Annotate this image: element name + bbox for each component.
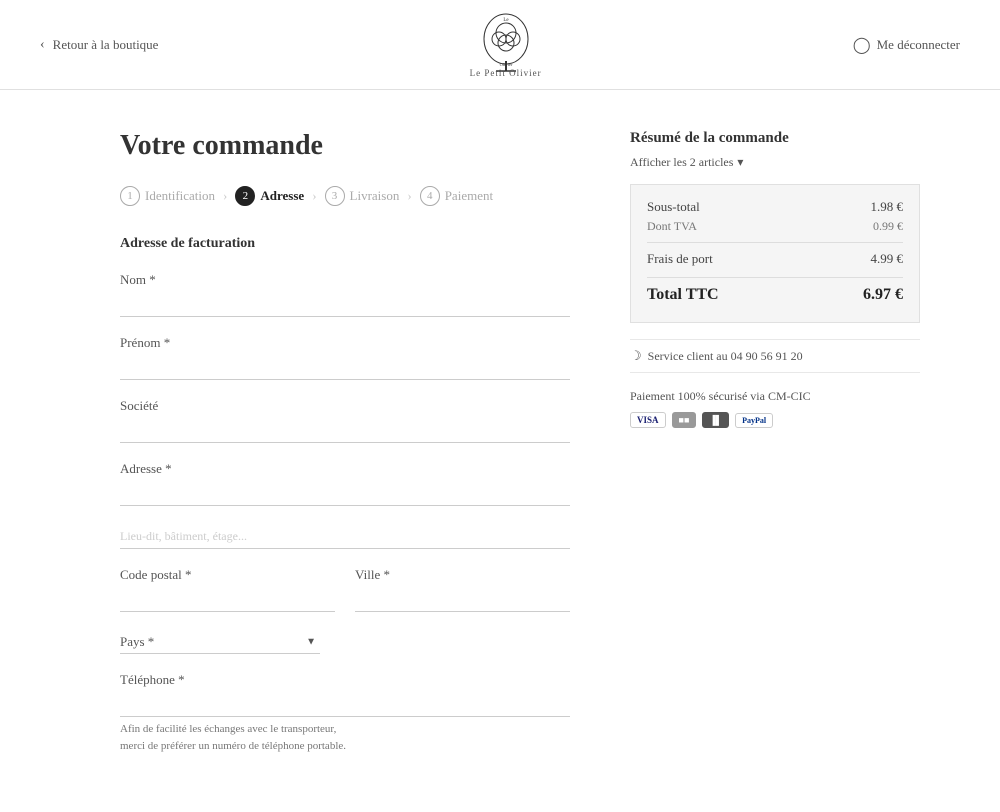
- left-column: Votre commande 1 Identification › 2 Adre…: [120, 130, 570, 772]
- step-identification: 1 Identification: [120, 186, 215, 206]
- telephone-field-group: Téléphone * Afin de facilité les échange…: [120, 672, 570, 754]
- step-paiement: 4 Paiement: [420, 186, 493, 206]
- frais-port-label: Frais de port: [647, 251, 713, 267]
- step-divider-1: ›: [223, 188, 227, 204]
- dont-tva-value: 0.99 €: [873, 219, 903, 234]
- paiement-label: Paiement 100% sécurisé via CM-CIC: [630, 389, 920, 404]
- logo-svg: Le Olivier: [471, 11, 541, 76]
- societe-input[interactable]: [120, 418, 570, 443]
- lieu-dit-field-group: [120, 524, 570, 549]
- visa-icon: VISA: [630, 412, 666, 428]
- show-articles-button[interactable]: Afficher les 2 articles ▾: [630, 155, 920, 170]
- pays-field-group: Pays * France Belgique Suisse ▼: [120, 630, 570, 654]
- user-icon: ◯: [853, 35, 871, 55]
- step-divider-2: ›: [312, 188, 316, 204]
- svg-text:Le: Le: [503, 18, 509, 23]
- lieu-dit-input[interactable]: [120, 524, 570, 549]
- show-articles-label: Afficher les 2 articles: [630, 155, 733, 170]
- phone-icon: ☽: [630, 348, 642, 364]
- mastercard-icon: ■■: [672, 412, 697, 428]
- total-label: Total TTC: [647, 286, 719, 304]
- step-2-label: Adresse: [260, 188, 304, 204]
- step-adresse: 2 Adresse: [235, 186, 304, 206]
- chevron-down-icon: ▾: [737, 155, 743, 170]
- code-postal-group: Code postal *: [120, 567, 335, 612]
- step-3-num: 3: [325, 186, 345, 206]
- back-to-shop[interactable]: ‹ Retour à la boutique: [40, 37, 158, 53]
- nom-label: Nom *: [120, 272, 570, 288]
- right-column: Résumé de la commande Afficher les 2 art…: [630, 130, 920, 772]
- ville-group: Ville *: [355, 567, 570, 612]
- pays-select[interactable]: Pays * France Belgique Suisse: [120, 630, 320, 654]
- maestro-icon: ▐▌: [702, 412, 729, 428]
- service-client-text: Service client au 04 90 56 91 20: [648, 349, 803, 364]
- telephone-note: Afin de facilité les échanges avec le tr…: [120, 721, 570, 754]
- summary-divider: [647, 242, 903, 243]
- payment-section: Paiement 100% sécurisé via CM-CIC VISA ■…: [630, 389, 920, 428]
- prenom-input[interactable]: [120, 355, 570, 380]
- step-4-num: 4: [420, 186, 440, 206]
- steps-indicator: 1 Identification › 2 Adresse › 3 Livrais…: [120, 186, 570, 206]
- telephone-label: Téléphone *: [120, 672, 570, 688]
- dont-tva-row: Dont TVA 0.99 €: [647, 219, 903, 234]
- brand-name: Le Petit Olivier: [470, 68, 542, 78]
- order-summary-title: Résumé de la commande: [630, 130, 920, 147]
- summary-divider-2: [647, 277, 903, 278]
- step-livraison: 3 Livraison: [325, 186, 400, 206]
- prenom-field-group: Prénom *: [120, 335, 570, 380]
- sous-total-value: 1.98 €: [871, 199, 904, 215]
- logout-label: Me déconnecter: [877, 37, 960, 53]
- nom-input[interactable]: [120, 292, 570, 317]
- step-divider-3: ›: [407, 188, 411, 204]
- svg-text:Olivier: Olivier: [499, 62, 512, 67]
- frais-port-value: 4.99 €: [871, 251, 904, 267]
- sous-total-label: Sous-total: [647, 199, 700, 215]
- step-1-num: 1: [120, 186, 140, 206]
- brand-logo[interactable]: Le Olivier Le Petit Olivier: [470, 11, 542, 78]
- service-client: ☽ Service client au 04 90 56 91 20: [630, 339, 920, 373]
- header: ‹ Retour à la boutique Le Olivier Le Pet…: [0, 0, 1000, 90]
- total-row: Total TTC 6.97 €: [647, 286, 903, 304]
- societe-field-group: Société: [120, 398, 570, 443]
- ville-label: Ville *: [355, 567, 570, 583]
- total-value: 6.97 €: [863, 286, 903, 304]
- prenom-label: Prénom *: [120, 335, 570, 351]
- pays-select-wrapper: Pays * France Belgique Suisse ▼: [120, 630, 320, 654]
- summary-box: Sous-total 1.98 € Dont TVA 0.99 € Frais …: [630, 184, 920, 323]
- payment-icons: VISA ■■ ▐▌ PayPal: [630, 412, 920, 428]
- step-3-label: Livraison: [350, 188, 400, 204]
- chevron-left-icon: ‹: [40, 37, 45, 53]
- step-1-label: Identification: [145, 188, 215, 204]
- step-4-label: Paiement: [445, 188, 493, 204]
- code-postal-label: Code postal *: [120, 567, 335, 583]
- societe-label: Société: [120, 398, 570, 414]
- page-title: Votre commande: [120, 130, 570, 162]
- dont-tva-label: Dont TVA: [647, 219, 697, 234]
- adresse-input[interactable]: [120, 481, 570, 506]
- postal-ville-row: Code postal * Ville *: [120, 567, 570, 630]
- form-section-title: Adresse de facturation: [120, 236, 570, 252]
- adresse-label: Adresse *: [120, 461, 570, 477]
- step-2-num: 2: [235, 186, 255, 206]
- main-content: Votre commande 1 Identification › 2 Adre…: [0, 90, 1000, 812]
- paypal-icon: PayPal: [735, 413, 773, 428]
- frais-port-row: Frais de port 4.99 €: [647, 251, 903, 267]
- nom-field-group: Nom *: [120, 272, 570, 317]
- telephone-input[interactable]: [120, 692, 570, 717]
- adresse-field-group: Adresse *: [120, 461, 570, 506]
- logout-button[interactable]: ◯ Me déconnecter: [853, 35, 960, 55]
- sous-total-row: Sous-total 1.98 €: [647, 199, 903, 215]
- back-label: Retour à la boutique: [53, 37, 159, 53]
